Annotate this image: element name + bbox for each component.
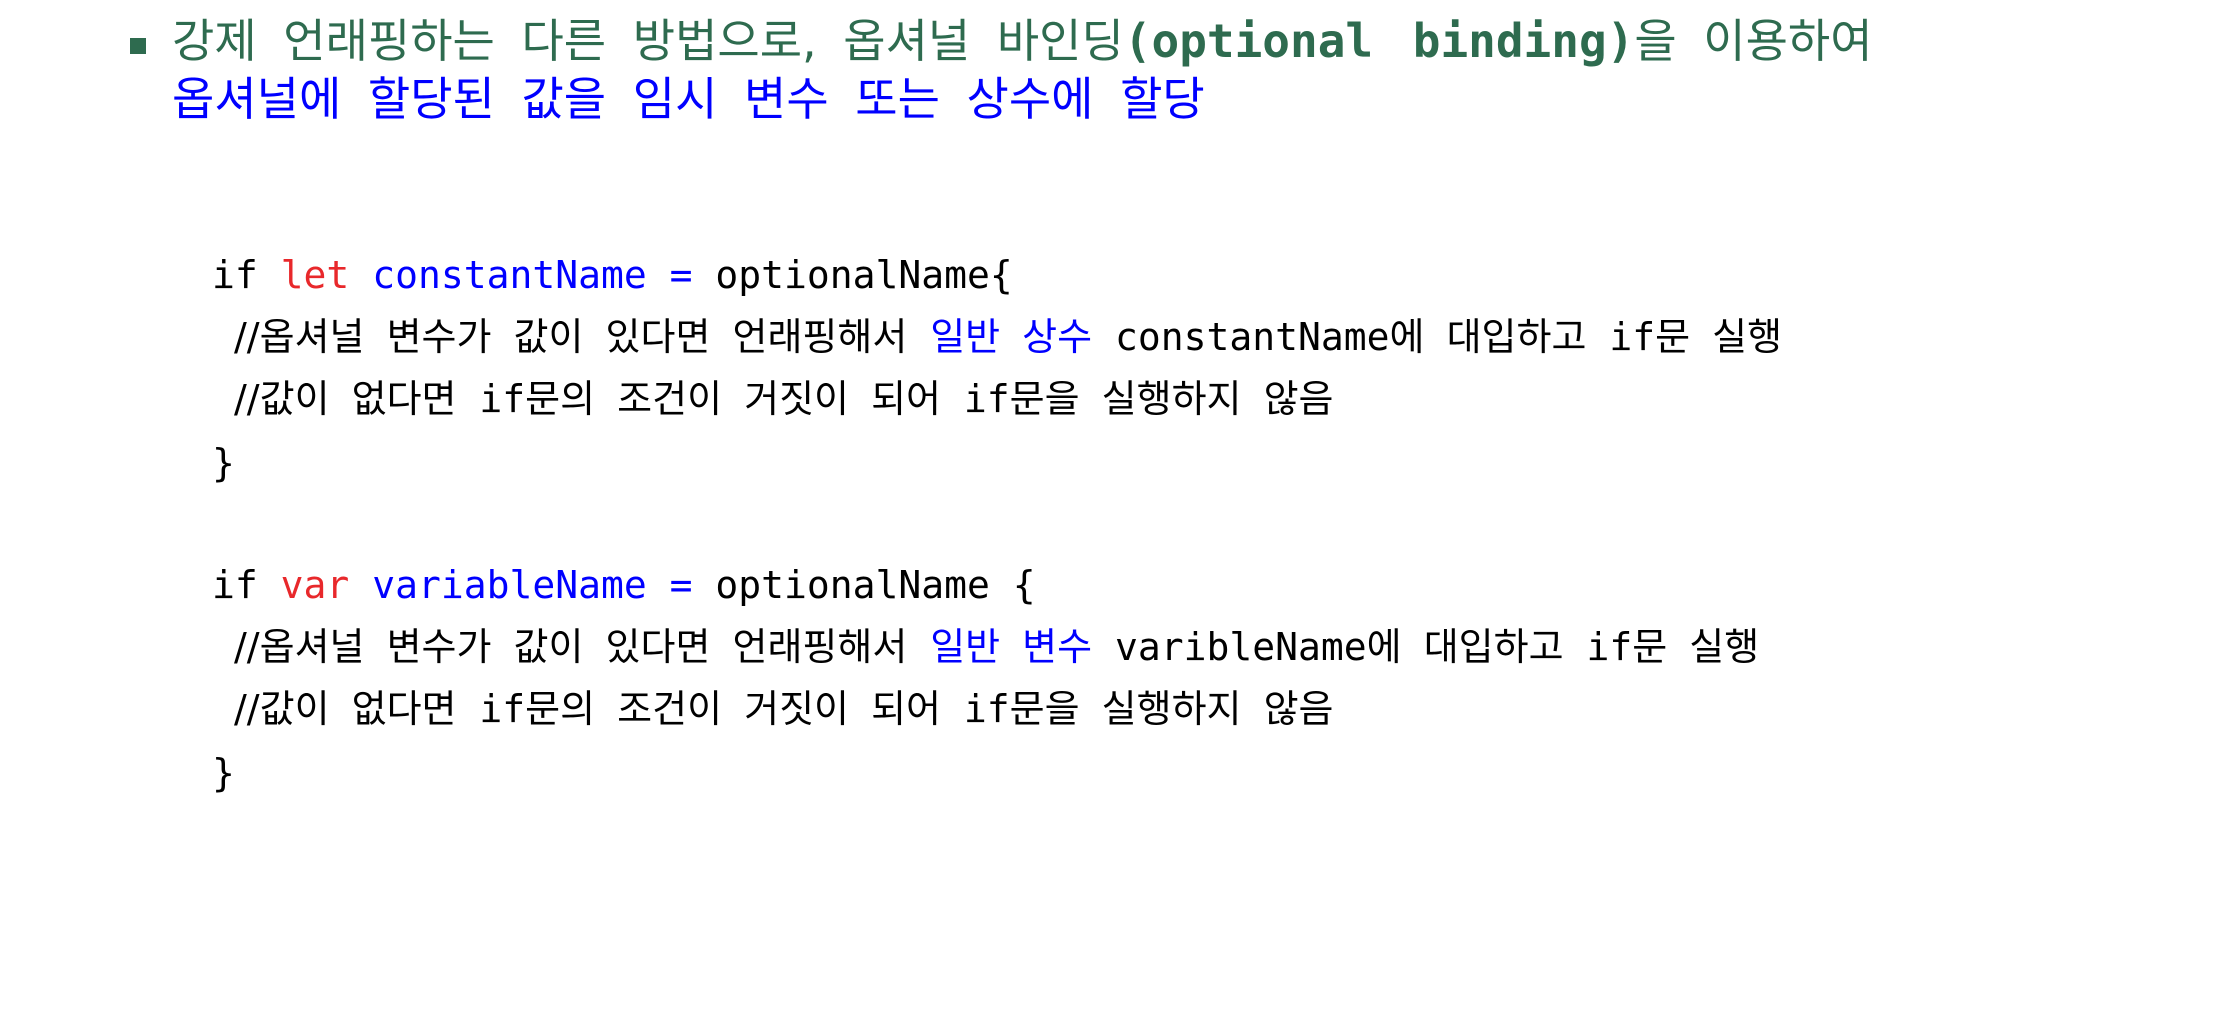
code-line: if var variableName = optionalName { — [212, 560, 1036, 610]
heading-line-1: 강제 언래핑하는 다른 방법으로, 옵셔널 바인딩(optional bindi… — [172, 12, 1873, 70]
if-keyword: if — [212, 253, 258, 297]
heading-text-post: 을 이용하여 — [1634, 14, 1873, 68]
code-comment-line: //옵셔널 변수가 값이 있다면 언래핑해서 일반 변수 varibleName… — [234, 622, 1759, 672]
comment-text: 문 실행 — [1655, 315, 1783, 359]
code-comment-line: //옵셔널 변수가 값이 있다면 언래핑해서 일반 상수 constantNam… — [234, 312, 1782, 362]
var-keyword: var — [280, 563, 350, 607]
code-line: if let constantName = optionalName{ — [212, 250, 1013, 300]
comment-text: //옵셔널 변수가 값이 있다면 언래핑해서 — [234, 625, 908, 669]
comment-identifier: varibleName — [1115, 625, 1367, 669]
let-keyword: let — [280, 253, 350, 297]
variable-name-identifier: variableName = — [372, 563, 693, 607]
comment-text: 문 실행 — [1632, 625, 1760, 669]
comment-text: 문의 조건이 거짓이 되어 — [525, 687, 941, 731]
heading-text-pre: 강제 언래핑하는 다른 방법으로, — [172, 14, 817, 68]
comment-text: //값이 없다면 — [234, 687, 457, 731]
comment-highlight: 일반 상수 — [930, 315, 1093, 359]
heading-text-mid: 옵셔널 바인딩 — [843, 14, 1124, 68]
comment-highlight: 일반 변수 — [930, 625, 1093, 669]
code-comment-line: //값이 없다면 if문의 조건이 거짓이 되어 if문을 실행하지 않음 — [234, 684, 1334, 734]
comment-if-keyword: if — [1609, 315, 1656, 359]
constant-name-identifier: constantName = — [372, 253, 693, 297]
comment-if-keyword: if — [479, 687, 526, 731]
heading-code-optional-binding: (optional binding) — [1123, 14, 1635, 68]
comment-if-keyword: if — [963, 687, 1010, 731]
optional-name-expression: optionalName { — [715, 563, 1036, 607]
if-keyword: if — [212, 563, 258, 607]
comment-if-keyword: if — [1586, 625, 1633, 669]
square-bullet-icon — [130, 38, 146, 54]
comment-if-keyword: if — [479, 377, 526, 421]
comment-if-keyword: if — [963, 377, 1010, 421]
comment-text: 문을 실행하지 않음 — [1009, 687, 1334, 731]
comment-text: 문의 조건이 거짓이 되어 — [525, 377, 941, 421]
closing-brace: } — [212, 441, 235, 485]
heading-line-2: 옵셔널에 할당된 값을 임시 변수 또는 상수에 할당 — [172, 72, 1205, 126]
comment-text: 에 대입하고 — [1366, 625, 1564, 669]
optional-name-expression: optionalName{ — [715, 253, 1013, 297]
comment-text: //값이 없다면 — [234, 377, 457, 421]
comment-text: 에 대입하고 — [1389, 315, 1587, 359]
comment-identifier: constantName — [1115, 315, 1390, 359]
comment-text: //옵셔널 변수가 값이 있다면 언래핑해서 — [234, 315, 908, 359]
comment-text: 문을 실행하지 않음 — [1009, 377, 1334, 421]
closing-brace: } — [212, 751, 235, 795]
code-comment-line: //값이 없다면 if문의 조건이 거짓이 되어 if문을 실행하지 않음 — [234, 374, 1334, 424]
